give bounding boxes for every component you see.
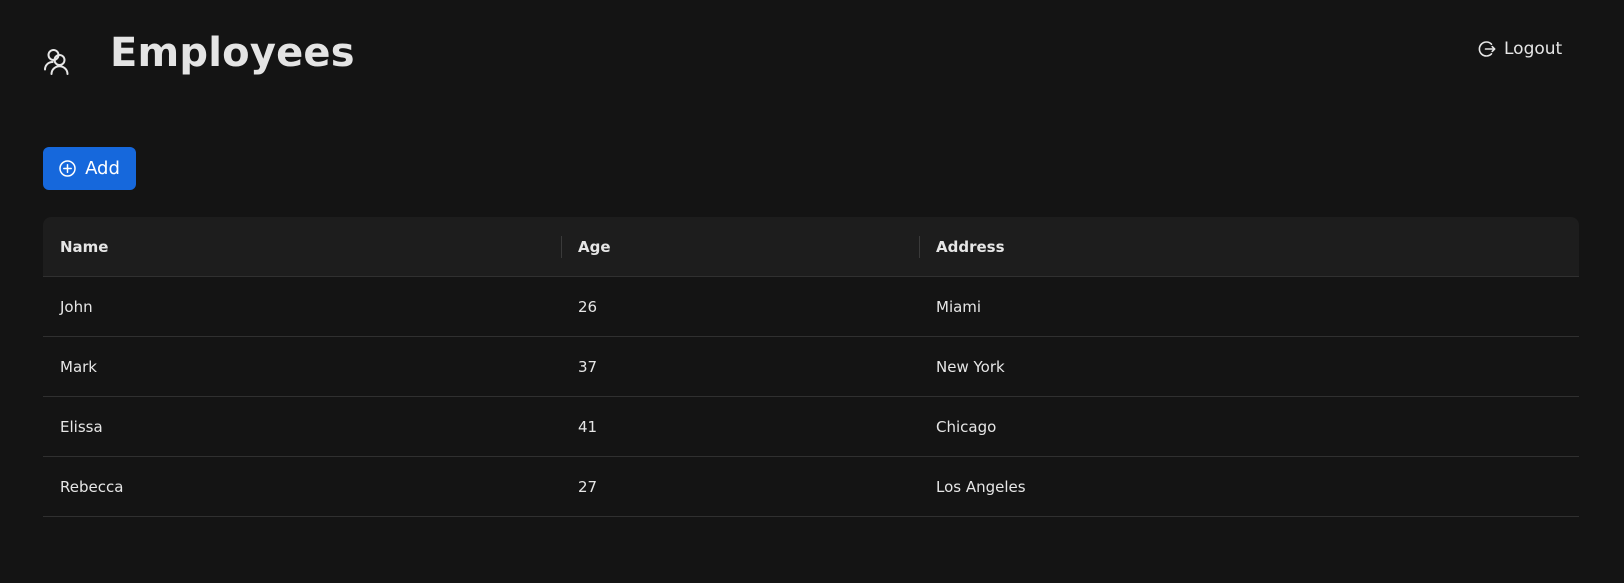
page-header: Employees Logout bbox=[0, 0, 1624, 110]
plus-circle-icon bbox=[59, 160, 76, 177]
table-header: Name Age Address bbox=[43, 217, 1579, 277]
cell-name: Mark bbox=[43, 337, 561, 397]
cell-name: Rebecca bbox=[43, 457, 561, 517]
table-row[interactable]: Rebecca 27 Los Angeles bbox=[43, 457, 1579, 517]
column-header-name[interactable]: Name bbox=[43, 217, 561, 277]
cell-address: Los Angeles bbox=[919, 457, 1579, 517]
add-label: Add bbox=[85, 158, 120, 179]
cell-name: John bbox=[43, 277, 561, 337]
table-row[interactable]: John 26 Miami bbox=[43, 277, 1579, 337]
logout-button[interactable]: Logout bbox=[1476, 33, 1570, 65]
table-row[interactable]: Mark 37 New York bbox=[43, 337, 1579, 397]
cell-age: 26 bbox=[561, 277, 919, 337]
cell-age: 37 bbox=[561, 337, 919, 397]
page-title: Employees bbox=[110, 30, 355, 76]
add-button[interactable]: Add bbox=[43, 147, 136, 190]
logout-label: Logout bbox=[1504, 39, 1563, 59]
logout-icon bbox=[1478, 40, 1496, 58]
cell-name: Elissa bbox=[43, 397, 561, 457]
cell-age: 41 bbox=[561, 397, 919, 457]
users-icon bbox=[43, 47, 71, 75]
cell-address: Chicago bbox=[919, 397, 1579, 457]
table-row[interactable]: Elissa 41 Chicago bbox=[43, 397, 1579, 457]
cell-address: New York bbox=[919, 337, 1579, 397]
cell-age: 27 bbox=[561, 457, 919, 517]
column-header-address[interactable]: Address bbox=[919, 217, 1579, 277]
employees-table: Name Age Address John 26 Miami Mark 37 N… bbox=[43, 217, 1579, 517]
cell-address: Miami bbox=[919, 277, 1579, 337]
column-header-age[interactable]: Age bbox=[561, 217, 919, 277]
